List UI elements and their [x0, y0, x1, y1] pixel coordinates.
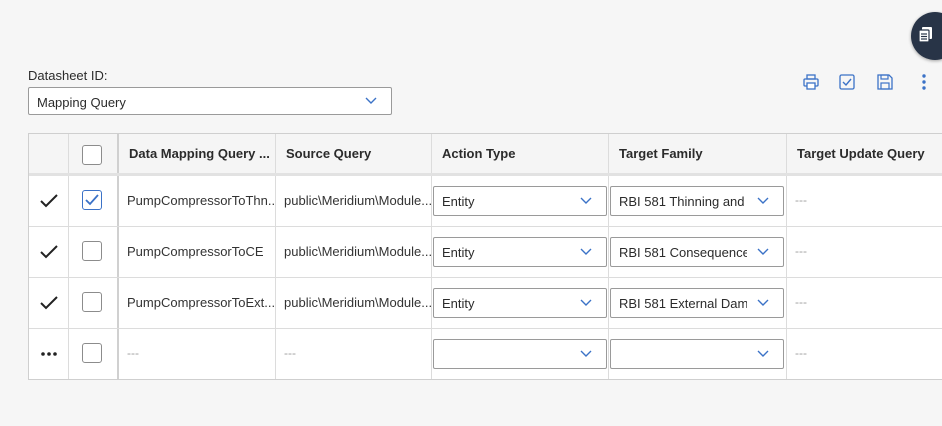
cell-data-mapping-query[interactable]: PumpCompressorToExt... [119, 278, 276, 328]
datasheet-id-select[interactable]: Mapping Query [28, 87, 392, 115]
print-icon [803, 74, 819, 90]
target-family-dropdown[interactable] [610, 339, 784, 369]
row-select-cell [69, 278, 119, 328]
row-checkbox[interactable] [82, 190, 102, 210]
validate-button[interactable] [838, 73, 856, 91]
row-indicator-cell [29, 227, 69, 277]
row-indicator-cell [29, 329, 69, 379]
row-select-cell [69, 227, 119, 277]
action-type-dropdown[interactable] [433, 339, 607, 369]
cell-target-update-query[interactable]: --- [787, 278, 942, 328]
save-button[interactable] [876, 73, 894, 91]
cell-target-family: RBI 581 External Dama [609, 278, 787, 328]
cell-action-type [432, 329, 609, 379]
action-type-dropdown[interactable]: Entity [433, 288, 607, 318]
header-select-cell [69, 134, 119, 173]
cell-source-query[interactable]: --- [276, 329, 432, 379]
cell-data-mapping-query[interactable]: PumpCompressorToCE [119, 227, 276, 277]
row-checkbox[interactable] [82, 343, 102, 363]
save-icon [877, 74, 893, 90]
chevron-down-icon [580, 248, 592, 255]
grid-header-row: Data Mapping Query ... Source Query Acti… [29, 134, 942, 176]
cell-action-type: Entity [432, 278, 609, 328]
target-family-dropdown[interactable]: RBI 581 Consequence [610, 237, 784, 267]
cell-source-query[interactable]: public\Meridium\Module... [276, 278, 432, 328]
chevron-down-icon [757, 299, 769, 306]
chevron-down-icon [757, 197, 769, 204]
data-mapping-grid: Data Mapping Query ... Source Query Acti… [28, 133, 942, 380]
row-indicator-cell [29, 278, 69, 328]
cell-target-family [609, 329, 787, 379]
chevron-down-icon [757, 350, 769, 357]
chevron-down-icon [365, 97, 377, 104]
table-row[interactable]: PumpCompressorToThn... public\Meridium\M… [29, 176, 942, 227]
ellipsis-icon [41, 352, 57, 356]
row-checkbox[interactable] [82, 292, 102, 312]
table-row[interactable]: PumpCompressorToExt... public\Meridium\M… [29, 278, 942, 329]
header-target-family[interactable]: Target Family [609, 134, 787, 173]
side-panel-tab[interactable] [911, 12, 942, 60]
chevron-down-icon [580, 299, 592, 306]
target-family-dropdown[interactable]: RBI 581 External Dama [610, 288, 784, 318]
document-copy-icon [918, 27, 932, 43]
cell-target-family: RBI 581 Consequence [609, 227, 787, 277]
check-icon [40, 194, 58, 208]
row-checkbox[interactable] [82, 241, 102, 261]
cell-target-family: RBI 581 Thinning and L [609, 176, 787, 226]
cell-data-mapping-query[interactable]: PumpCompressorToThn... [119, 176, 276, 226]
header-data-mapping-query[interactable]: Data Mapping Query ... [119, 134, 276, 173]
datasheet-id-label: Datasheet ID: [28, 68, 108, 83]
chevron-down-icon [580, 197, 592, 204]
select-all-checkbox[interactable] [82, 145, 102, 165]
cell-target-update-query[interactable]: --- [787, 227, 942, 277]
cell-source-query[interactable]: public\Meridium\Module... [276, 176, 432, 226]
validate-icon [839, 74, 855, 90]
table-row[interactable]: --- --- --- [29, 329, 942, 379]
cell-data-mapping-query[interactable]: --- [119, 329, 276, 379]
more-vertical-icon [922, 74, 926, 90]
cell-target-update-query[interactable]: --- [787, 176, 942, 226]
target-family-dropdown[interactable]: RBI 581 Thinning and L [610, 186, 784, 216]
table-row[interactable]: PumpCompressorToCE public\Meridium\Modul… [29, 227, 942, 278]
chevron-down-icon [757, 248, 769, 255]
row-select-cell [69, 329, 119, 379]
header-indicator-cell [29, 134, 69, 173]
header-target-update-query[interactable]: Target Update Query [787, 134, 942, 173]
checkmark-icon [85, 194, 99, 206]
header-source-query[interactable]: Source Query [276, 134, 432, 173]
cell-action-type: Entity [432, 227, 609, 277]
cell-target-update-query[interactable]: --- [787, 329, 942, 379]
action-type-dropdown[interactable]: Entity [433, 237, 607, 267]
check-icon [40, 296, 58, 310]
header-action-type[interactable]: Action Type [432, 134, 609, 173]
check-icon [40, 245, 58, 259]
chevron-down-icon [580, 350, 592, 357]
row-indicator-cell [29, 176, 69, 226]
more-options-button[interactable] [915, 73, 933, 91]
row-select-cell [69, 176, 119, 226]
datasheet-id-value: Mapping Query [37, 95, 126, 110]
cell-source-query[interactable]: public\Meridium\Module... [276, 227, 432, 277]
print-button[interactable] [802, 73, 820, 91]
action-type-dropdown[interactable]: Entity [433, 186, 607, 216]
cell-action-type: Entity [432, 176, 609, 226]
